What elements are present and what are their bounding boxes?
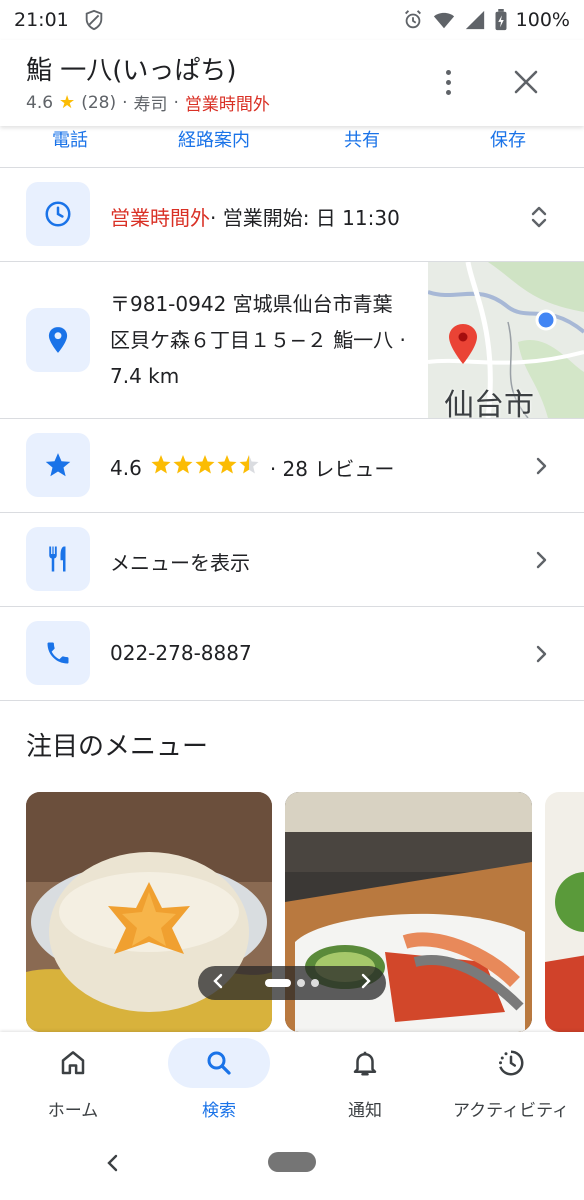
separator: · <box>173 92 179 113</box>
wifi-icon <box>432 9 456 31</box>
chevron-right-icon <box>530 549 552 571</box>
clock-icon <box>26 182 90 246</box>
featured-menu-title: 注目のメニュー <box>26 732 209 762</box>
nav-search[interactable]: 検索 <box>146 1038 292 1128</box>
battery-icon <box>494 9 508 31</box>
share-action[interactable]: 共有 <box>344 126 380 152</box>
chevron-right-icon <box>361 973 371 989</box>
rating-stars <box>150 454 262 481</box>
activity-icon <box>460 1038 562 1088</box>
header-review-count: (28) <box>81 92 117 113</box>
nav-notifications-label: 通知 <box>348 1101 382 1121</box>
phone-number: 022-278-8887 <box>110 641 252 665</box>
star-icon: ★ <box>59 92 76 113</box>
carousel-controls <box>198 966 386 1000</box>
action-row: 電話 経路案内 共有 保存 <box>0 120 584 168</box>
reviews-row[interactable]: 4.6 · 28 レビュー <box>0 419 584 513</box>
battery-level: 100% <box>515 9 570 31</box>
place-header: 鮨 一八(いっぱち) 4.6 ★ (28) · 寿司 · 営業時間外 <box>0 40 584 126</box>
bottom-navigation: ホーム 検索 通知 アクティビティ <box>0 1032 584 1130</box>
directions-action[interactable]: 経路案内 <box>178 126 250 152</box>
phone-icon <box>26 621 90 685</box>
chevron-right-icon <box>530 643 552 665</box>
status-time: 21:01 <box>14 9 69 31</box>
nav-search-label: 検索 <box>202 1101 236 1121</box>
carousel-indicator <box>265 979 319 987</box>
search-icon <box>168 1038 270 1088</box>
nav-activity[interactable]: アクティビティ <box>438 1038 584 1128</box>
hours-row[interactable]: 営業時間外· 営業開始: 日 11:30 <box>0 168 584 262</box>
place-title: 鮨 一八(いっぱち) <box>26 56 237 86</box>
signal-icon <box>464 9 486 31</box>
hours-status: 営業時間外 <box>110 206 210 230</box>
address-text: 〒981-0942 宮城県仙台市青葉区貝ケ森６丁目１５−２ 鮨一八 · 7.4 … <box>110 292 406 388</box>
home-icon <box>22 1038 124 1088</box>
nav-home-label: ホーム <box>47 1101 99 1121</box>
close-button[interactable] <box>506 62 546 102</box>
star-icon <box>26 433 90 497</box>
bell-icon <box>314 1038 416 1088</box>
chevron-left-icon <box>107 1154 118 1172</box>
header-category: 寿司 <box>133 95 168 115</box>
nav-notifications[interactable]: 通知 <box>292 1038 438 1128</box>
hours-next-open: · 営業開始: 日 11:30 <box>210 206 400 230</box>
save-action[interactable]: 保存 <box>490 126 526 152</box>
location-pin-icon <box>26 308 90 372</box>
header-rating: 4.6 <box>26 92 54 113</box>
chevron-right-icon <box>530 455 552 477</box>
status-bar: 21:01 100% <box>0 0 584 40</box>
alarm-icon <box>402 9 424 31</box>
nav-home[interactable]: ホーム <box>0 1038 146 1128</box>
header-open-status: 営業時間外 <box>184 95 270 115</box>
menu-row[interactable]: メニューを表示 <box>0 513 584 607</box>
close-icon <box>514 70 538 94</box>
separator: · <box>122 92 128 113</box>
carousel-next-button[interactable] <box>356 972 374 994</box>
call-action[interactable]: 電話 <box>52 126 88 152</box>
shield-icon <box>83 9 105 31</box>
menu-photo-partial[interactable] <box>545 792 584 1032</box>
place-subline: 4.6 ★ (28) · 寿司 · 営業時間外 <box>26 90 270 115</box>
chevron-left-icon <box>213 973 223 989</box>
restaurant-icon <box>26 527 90 591</box>
system-back-button[interactable] <box>104 1152 122 1178</box>
nav-activity-label: アクティビティ <box>452 1101 570 1121</box>
carousel-prev-button[interactable] <box>210 972 228 994</box>
review-rating: 4.6 <box>110 455 142 480</box>
review-summary: · 28 レビュー <box>269 457 395 481</box>
menu-label: メニューを表示 <box>110 551 250 575</box>
map-city-label: 仙台市 <box>444 388 534 418</box>
more-options-button[interactable] <box>434 64 462 100</box>
system-navigation-bar <box>0 1130 584 1200</box>
phone-row[interactable]: 022-278-8887 <box>0 607 584 701</box>
more-vert-icon <box>445 69 451 75</box>
expand-icon[interactable] <box>528 204 550 228</box>
map-thumbnail[interactable]: 仙台市 <box>428 262 584 418</box>
system-home-pill[interactable] <box>268 1152 316 1172</box>
